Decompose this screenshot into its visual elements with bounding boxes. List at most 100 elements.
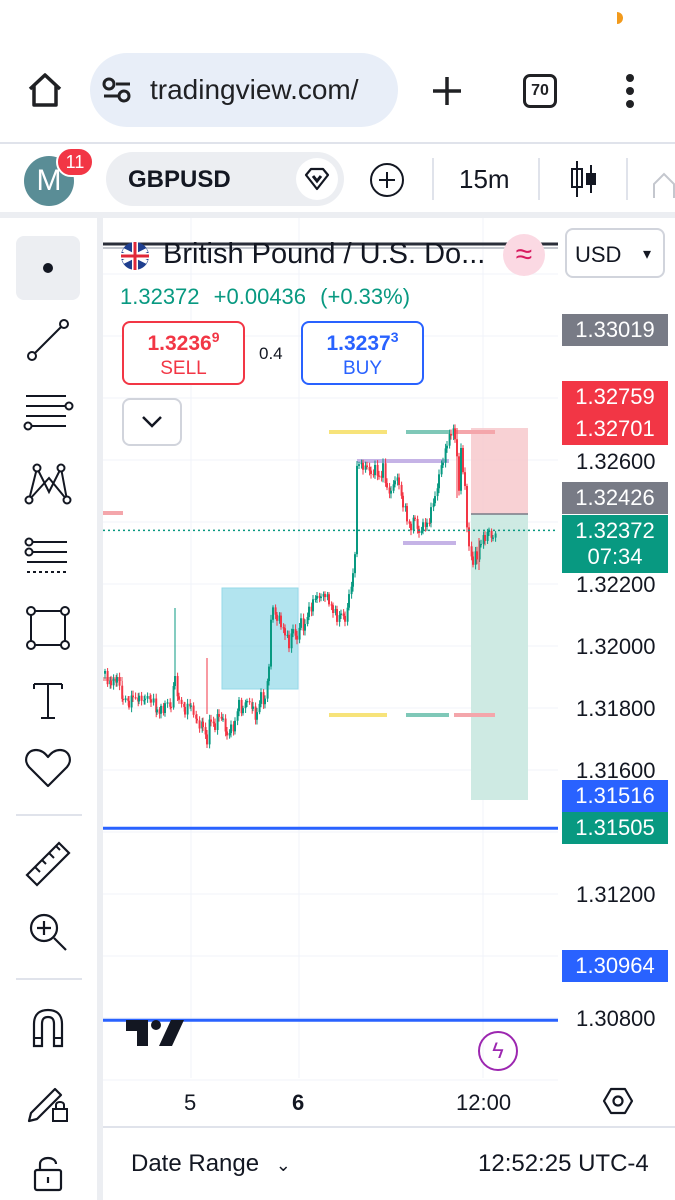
browser-toolbar: tradingview.com/ 70 [0,40,675,140]
candle-body [268,666,270,682]
candle-body [166,702,169,704]
gem-icon[interactable] [296,158,338,200]
candle-body [446,445,448,449]
candle-body [204,727,207,735]
candle-body [324,593,326,598]
buy-label: BUY [342,358,383,379]
buy-button[interactable]: 1.32373 BUY [301,321,424,385]
candle-body [138,695,140,702]
chart-type-button[interactable] [566,158,602,200]
candle-body [128,700,130,708]
candle-body [152,698,155,703]
toolbar-separator [432,158,434,200]
candle-body [124,698,127,701]
favorites-tool[interactable] [16,736,80,800]
candle-body [332,605,334,614]
price-tag: 1.32759 [562,381,668,413]
forecast-icon [24,537,67,573]
candle-body [192,705,195,715]
candle-body [434,496,436,504]
price-axis-label: 1.32000 [576,634,656,659]
candle-body [340,613,342,616]
compare-symbol-button[interactable] [367,160,407,200]
measure-tool[interactable] [16,832,80,896]
candle-body [184,706,186,715]
new-tab-button[interactable] [424,68,470,114]
candle-body [116,677,118,683]
zoom-tool[interactable] [16,900,80,964]
home-button[interactable] [20,68,70,112]
heart-icon [25,748,71,788]
candle-body [288,634,290,649]
candle-body [236,711,239,721]
candle-body [104,670,106,674]
candle-body [406,506,408,522]
currency-select[interactable]: USD ▾ [565,228,665,278]
lock-all-tool[interactable] [16,1140,80,1200]
date-range-label: Date Range [131,1150,260,1177]
browser-menu-button[interactable] [612,68,648,114]
price-change: +0.00436 [213,284,307,309]
collapse-legend-button[interactable] [122,398,182,446]
candle-body [258,703,261,713]
price-axis-label: 1.31200 [576,882,656,907]
candle-body [354,554,356,574]
candle-body [234,720,236,732]
text-tool[interactable] [16,668,80,732]
candle-body [164,703,166,713]
site-settings-icon[interactable] [102,77,132,103]
candle-body [202,721,204,728]
candle-body [480,543,482,546]
sell-button[interactable]: 1.32369 SELL [122,321,245,385]
wave-icon[interactable]: ≈ [503,234,545,276]
candle-body [420,530,423,533]
candles-icon [571,161,596,197]
candle-body [308,606,310,618]
sell-price: 1.32369 [147,329,220,355]
candle-body [486,531,489,541]
tab-switcher-button[interactable]: 70 [518,70,562,112]
forecast-tool[interactable] [16,524,80,588]
candle-body [328,594,330,605]
candle-body [466,486,468,528]
symbol-search[interactable]: GBPUSD [106,152,344,206]
chart-settings-icon[interactable] [602,1085,634,1117]
candle-body [374,464,376,476]
interval-button[interactable]: 15m [459,164,510,195]
candle-body [402,495,404,508]
fib-tool[interactable] [16,380,80,444]
chart-clock[interactable]: 12:52:25 UTC-4 [478,1150,649,1178]
price-change-pct: (+0.33%) [320,284,411,309]
lightning-icon[interactable]: ϟ [478,1031,518,1071]
indicators-icon[interactable] [648,166,675,198]
price-axis-label: 1.30800 [576,1006,656,1031]
url-text[interactable]: tradingview.com/ [150,74,359,106]
trend-line-tool[interactable] [16,308,80,372]
candle-body [484,535,486,541]
pattern-tool[interactable] [16,452,80,516]
date-range-button[interactable]: Date Range ⌄ [131,1150,291,1178]
symbol-title[interactable]: British Pound / U.S. Do... [163,238,485,271]
home-icon [28,73,62,107]
magnet-icon [32,1008,64,1048]
candle-body [432,503,435,508]
candle-body [112,678,115,686]
candle-body [458,456,460,491]
candle-body [408,521,411,524]
candle-body [444,448,447,463]
candle-body [256,712,258,720]
candle-body [274,607,277,615]
candle-body [448,433,451,446]
magnet-tool[interactable] [16,996,80,1060]
candle-body [390,490,392,494]
cursor-tool[interactable] [16,236,80,300]
candle-body [222,718,224,720]
price-tag: 1.30964 [562,950,668,982]
candle-body [462,448,464,473]
dot-icon [43,263,53,273]
candle-body [122,698,124,701]
address-bar[interactable]: tradingview.com/ [90,53,398,127]
rectangle-tool[interactable] [16,596,80,660]
candle-body [414,517,416,519]
lock-drawing-tool[interactable] [16,1070,80,1134]
